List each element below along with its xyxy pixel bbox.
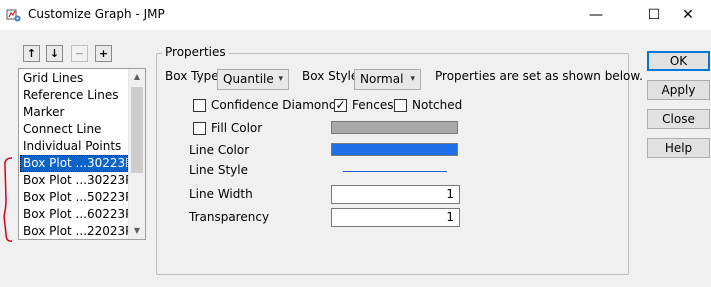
list-item-box-plot-5[interactable]: Box Plot ...22023P3) [20,223,128,239]
fill-color-label: Fill Color [211,121,263,135]
line-width-label: Line Width [189,187,253,201]
box-style-dropdown[interactable]: Normal ▾ [354,69,421,90]
line-style-sample[interactable] [343,171,447,172]
box-style-label: Box Style [302,69,359,83]
minus-icon: − [74,47,85,60]
box-type-label: Box Type [165,69,219,83]
list-item-connect-line[interactable]: Connect Line [20,121,128,138]
ok-button[interactable]: OK [647,51,710,71]
element-list[interactable]: Grid Lines Reference Lines Marker Connec… [18,68,146,240]
help-button[interactable]: Help [647,138,710,158]
add-button[interactable]: + [95,45,112,62]
list-item-box-plot-2[interactable]: Box Plot ...30223P3) [20,172,128,189]
checkmark-icon: ✓ [335,98,346,112]
confidence-diamond-checkbox[interactable] [193,99,206,112]
line-style-label: Line Style [189,163,248,177]
notched-checkbox[interactable] [394,99,407,112]
scroll-thumb[interactable] [131,87,143,173]
fill-color-checkbox[interactable] [193,122,206,135]
arrow-up-icon: ↑ [26,47,37,60]
box-type-dropdown[interactable]: Quantile ▾ [217,69,289,90]
list-scrollbar[interactable]: ▲ ▼ [128,69,145,239]
jmp-app-icon [6,9,21,22]
line-width-field[interactable]: 1 [331,185,460,204]
notched-label: Notched [412,98,463,112]
list-item-reference-lines[interactable]: Reference Lines [20,87,128,104]
close-window-button[interactable]: ✕ [665,0,711,30]
chevron-down-icon: ▾ [410,74,415,84]
line-color-swatch[interactable] [331,143,458,156]
box-type-value: Quantile [223,72,274,86]
title-bar: Customize Graph - JMP — ☐ ✕ [0,0,711,30]
list-item-box-plot-4[interactable]: Box Plot ...60223P3) [20,206,128,223]
transparency-label: Transparency [189,210,270,224]
list-item-box-plot-3[interactable]: Box Plot ...50223P3) [20,189,128,206]
chevron-down-icon: ▾ [278,74,283,84]
list-item-individual-points[interactable]: Individual Points [20,138,128,155]
list-item-grid-lines[interactable]: Grid Lines [20,70,128,87]
minimize-button[interactable]: — [573,0,619,30]
fill-color-swatch[interactable] [331,121,458,134]
transparency-field[interactable]: 1 [331,208,460,227]
box-style-value: Normal [360,72,404,86]
fences-label: Fences [352,98,394,112]
list-item-box-plot-1[interactable]: Box Plot ...30223P2) [20,155,128,172]
remove-button[interactable]: − [71,45,88,62]
list-item-marker[interactable]: Marker [20,104,128,121]
move-down-button[interactable]: ↓ [46,45,63,62]
confidence-diamond-label: Confidence Diamond [211,98,337,112]
fences-checkbox[interactable]: ✓ [334,99,347,112]
scroll-down-icon[interactable]: ▼ [129,223,145,239]
scroll-up-icon[interactable]: ▲ [129,69,145,85]
close-button[interactable]: Close [647,109,710,129]
red-bracket-annotation [3,157,13,242]
move-up-button[interactable]: ↑ [23,45,40,62]
arrow-down-icon: ↓ [49,47,60,60]
apply-button[interactable]: Apply [647,80,710,100]
window-title: Customize Graph - JMP [28,7,165,21]
line-color-label: Line Color [189,143,250,157]
properties-group-title: Properties [162,45,229,59]
plus-icon: + [98,47,109,60]
properties-hint: Properties are set as shown below. [435,69,643,83]
